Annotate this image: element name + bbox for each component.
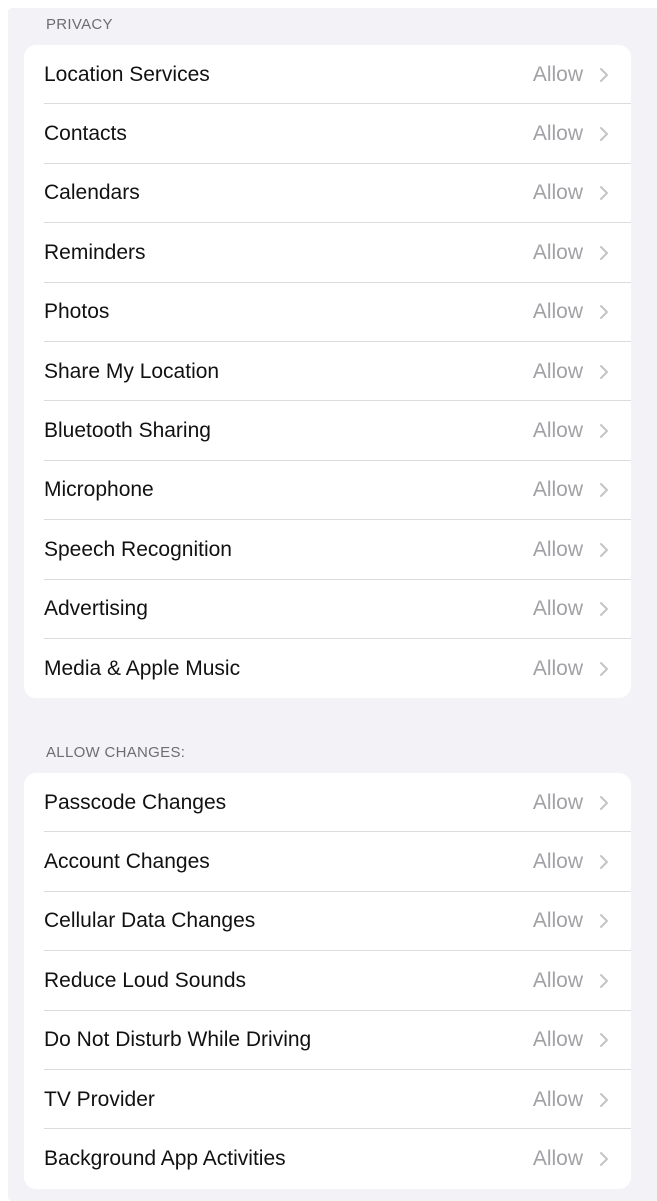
row-microphone[interactable]: Microphone Allow [24, 461, 631, 521]
chevron-right-icon [600, 973, 608, 988]
row-value: Allow [532, 419, 583, 443]
row-value: Allow [532, 1028, 583, 1052]
row-value: Allow [532, 968, 583, 992]
row-value: Allow [532, 656, 583, 680]
row-background-app-activities[interactable]: Background App Activities Allow [24, 1129, 631, 1188]
row-label: TV Provider [44, 1087, 155, 1111]
chevron-right-icon [600, 1092, 608, 1107]
row-label: Speech Recognition [44, 537, 232, 561]
chevron-right-icon [600, 483, 608, 498]
row-label: Calendars [44, 181, 140, 205]
row-label: Contacts [44, 122, 127, 146]
chevron-right-icon [600, 127, 608, 142]
row-value: Allow [532, 790, 583, 814]
row-cellular-data-changes[interactable]: Cellular Data Changes Allow [24, 892, 631, 952]
row-label: Do Not Disturb While Driving [44, 1028, 312, 1052]
row-value: Allow [532, 909, 583, 933]
row-value: Allow [532, 1147, 583, 1171]
row-label: Location Services [44, 62, 210, 86]
row-label: Advertising [44, 597, 148, 621]
row-account-changes[interactable]: Account Changes Allow [24, 832, 631, 893]
privacy-section-header: PRIVACY [46, 16, 113, 33]
row-label: Reduce Loud Sounds [44, 968, 246, 992]
row-label: Share My Location [44, 359, 220, 383]
row-value: Allow [532, 597, 583, 621]
row-label: Media & Apple Music [44, 656, 241, 680]
row-value: Allow [532, 359, 583, 383]
chevron-right-icon [600, 305, 608, 320]
row-label: Photos [44, 300, 110, 324]
row-value: Allow [532, 181, 583, 205]
row-media-apple-music[interactable]: Media & Apple Music Allow [24, 639, 631, 698]
row-label: Account Changes [44, 850, 210, 874]
row-passcode-changes[interactable]: Passcode Changes Allow [24, 773, 631, 833]
row-share-my-location[interactable]: Share My Location Allow [24, 342, 631, 402]
row-reduce-loud-sounds[interactable]: Reduce Loud Sounds Allow [24, 951, 631, 1011]
row-value: Allow [532, 1087, 583, 1111]
chevron-right-icon [600, 1152, 608, 1167]
row-label: Background App Activities [44, 1147, 286, 1171]
row-bluetooth-sharing[interactable]: Bluetooth Sharing Allow [24, 401, 631, 462]
chevron-right-icon [600, 542, 608, 557]
row-value: Allow [532, 478, 583, 502]
row-label: Cellular Data Changes [44, 909, 256, 933]
row-tv-provider[interactable]: TV Provider Allow [24, 1070, 631, 1130]
privacy-group: Location Services Allow Contacts Allow C… [24, 45, 631, 699]
row-contacts[interactable]: Contacts Allow [24, 104, 631, 165]
row-value: Allow [532, 240, 583, 264]
chevron-right-icon [600, 795, 608, 810]
chevron-right-icon [600, 67, 608, 82]
row-value: Allow [532, 850, 583, 874]
row-speech-recognition[interactable]: Speech Recognition Allow [24, 520, 631, 580]
chevron-right-icon [600, 424, 608, 439]
allow-changes-section-header: ALLOW CHANGES: [46, 744, 186, 761]
chevron-right-icon [600, 855, 608, 870]
row-reminders[interactable]: Reminders Allow [24, 223, 631, 283]
chevron-right-icon [600, 602, 608, 617]
row-label: Reminders [44, 240, 146, 264]
row-value: Allow [532, 537, 583, 561]
row-value: Allow [532, 122, 583, 146]
row-advertising[interactable]: Advertising Allow [24, 580, 631, 640]
row-photos[interactable]: Photos Allow [24, 283, 631, 343]
row-label: Bluetooth Sharing [44, 419, 211, 443]
row-calendars[interactable]: Calendars Allow [24, 164, 631, 224]
chevron-right-icon [600, 914, 608, 929]
row-value: Allow [532, 300, 583, 324]
restrictions-screen: PRIVACY Location Services Allow Contacts… [8, 8, 657, 1201]
row-label: Microphone [44, 478, 154, 502]
chevron-right-icon [600, 186, 608, 201]
chevron-right-icon [600, 661, 608, 676]
row-do-not-disturb-while-driving[interactable]: Do Not Disturb While Driving Allow [24, 1011, 631, 1071]
chevron-right-icon [600, 1033, 608, 1048]
row-label: Passcode Changes [44, 790, 227, 814]
row-location-services[interactable]: Location Services Allow [24, 45, 631, 105]
allow-changes-group: Passcode Changes Allow Account Changes A… [24, 773, 631, 1189]
row-value: Allow [532, 62, 583, 86]
chevron-right-icon [600, 364, 608, 379]
chevron-right-icon [600, 245, 608, 260]
